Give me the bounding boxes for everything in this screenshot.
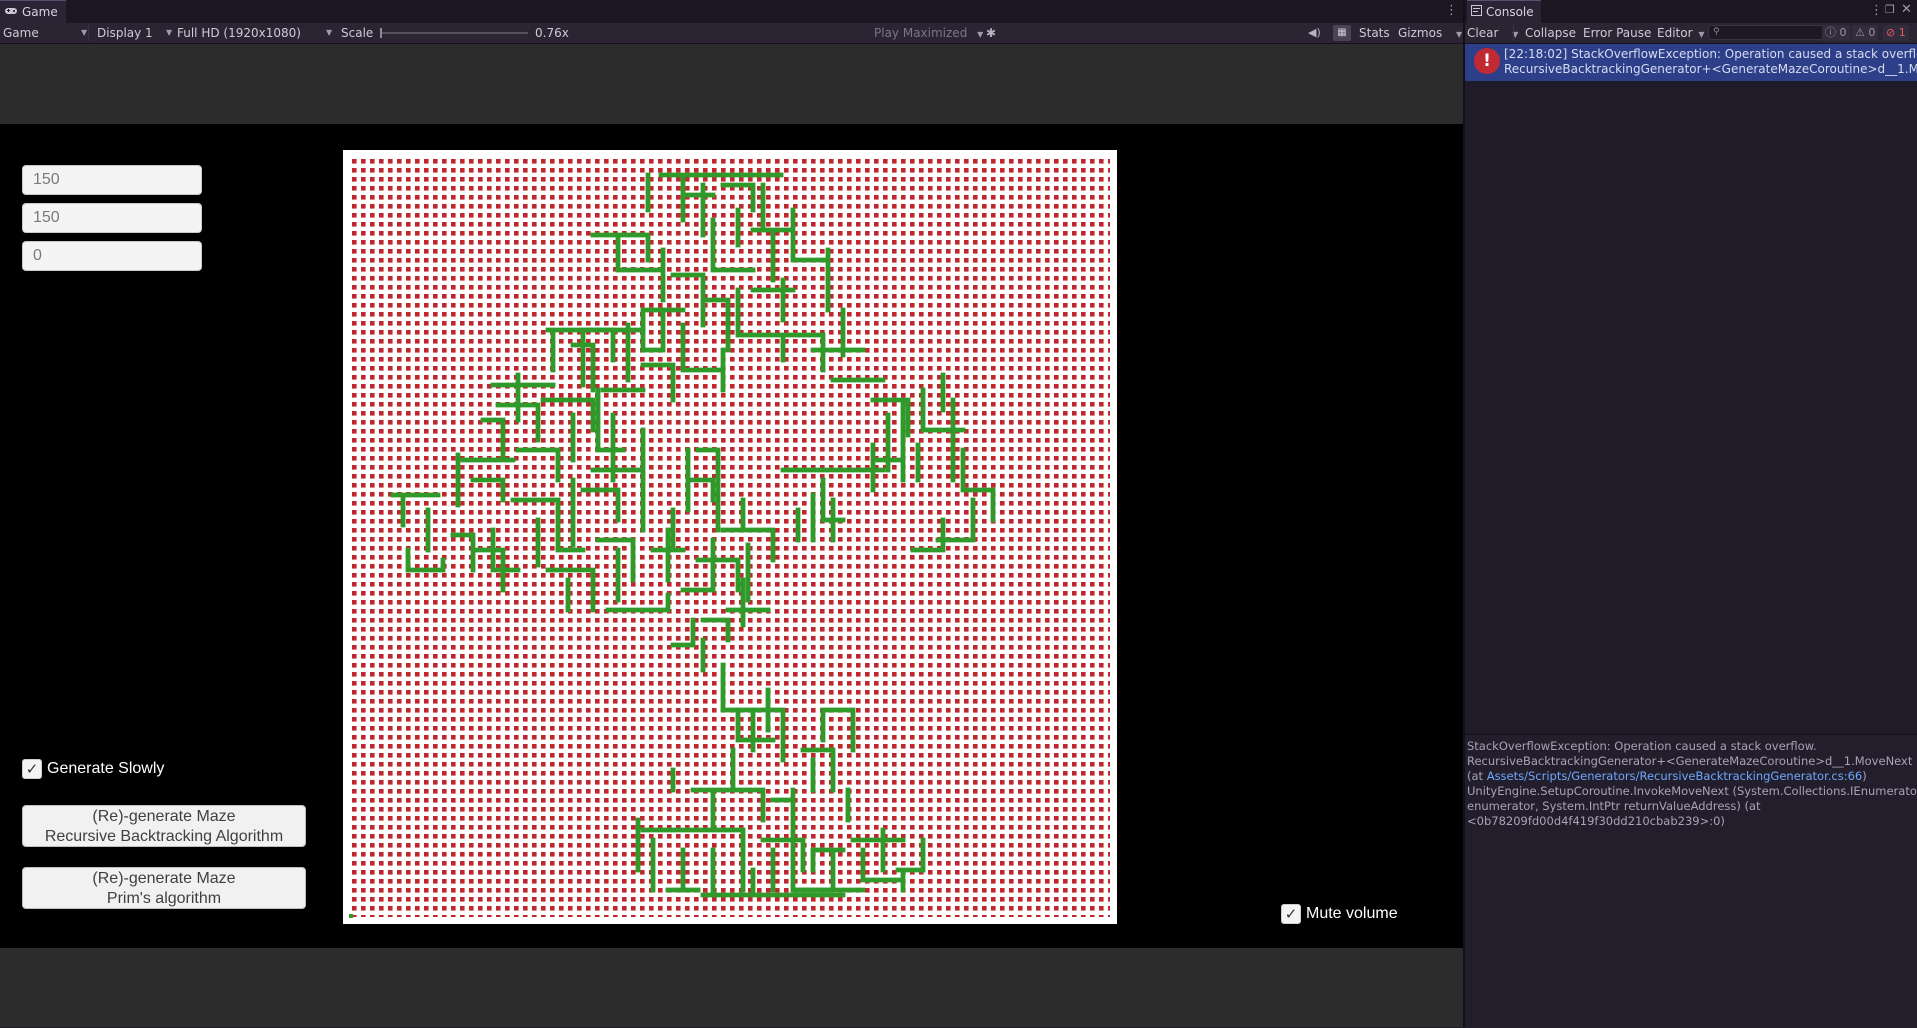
mute-volume-label: Mute volume bbox=[1306, 905, 1398, 922]
mute-volume-checkbox[interactable]: ✓ bbox=[1281, 904, 1301, 924]
log-count-toggle[interactable]: ⓘ 0 bbox=[1822, 25, 1850, 41]
tab-console-label: Console bbox=[1486, 5, 1534, 19]
bug-icon[interactable]: ✱ bbox=[986, 23, 996, 43]
prims-button-line1: (Re)-generate Maze bbox=[92, 870, 236, 887]
generate-slowly-label: Generate Slowly bbox=[47, 760, 165, 777]
console-detail-pane: StackOverflowException: Operation caused… bbox=[1465, 734, 1917, 1028]
gizmos-dropdown[interactable]: Gizmos ▼ bbox=[1398, 23, 1462, 43]
maze-start-cell bbox=[349, 914, 353, 918]
tab-game-label: Game bbox=[22, 5, 58, 19]
maze-canvas bbox=[343, 150, 1117, 924]
game-view-letterbox-bottom bbox=[0, 948, 1463, 1027]
tab-console[interactable]: Console bbox=[1467, 0, 1541, 23]
grid-icon[interactable]: ▦ bbox=[1333, 25, 1351, 41]
game-mode-label: Game bbox=[3, 26, 39, 40]
detail-line2: RecursiveBacktrackingGenerator+<Generate… bbox=[1467, 754, 1917, 768]
chevron-down-icon: ▼ bbox=[977, 30, 984, 39]
display-label: Display 1 bbox=[97, 26, 153, 40]
scale-label: Scale bbox=[341, 26, 374, 40]
generate-slowly-checkbox[interactable]: ✓ bbox=[22, 759, 42, 779]
console-icon bbox=[1471, 5, 1482, 19]
error-badge-icon: ! bbox=[1474, 48, 1500, 74]
console-toolbar: Clear ▼ Collapse Error Pause Editor ▼ ⚲ … bbox=[1465, 23, 1917, 44]
editor-label: Editor bbox=[1657, 26, 1693, 40]
console-search-input[interactable]: ⚲ bbox=[1708, 25, 1836, 40]
recursive-button-line2: Recursive Backtracking Algorithm bbox=[44, 828, 284, 845]
display-dropdown[interactable]: Display 1 ▼ bbox=[97, 23, 173, 43]
tab-game[interactable]: Game bbox=[0, 0, 66, 23]
kebab-menu-icon[interactable]: ⋮ bbox=[1870, 3, 1883, 18]
detail-line6: <0b78209fd00d4f419f30dd210cbab239>:0) bbox=[1467, 814, 1725, 828]
info-icon: ⓘ bbox=[1825, 26, 1836, 39]
log-entry-line1: [22:18:02] StackOverflowException: Opera… bbox=[1504, 47, 1917, 61]
scale-slider[interactable] bbox=[380, 32, 528, 34]
scale-slider-thumb[interactable] bbox=[380, 28, 382, 38]
game-tab-bar: Game ⋮ bbox=[0, 0, 1463, 24]
close-icon[interactable]: ✕ bbox=[1901, 2, 1912, 17]
kebab-menu-icon[interactable]: ⋮ bbox=[1445, 3, 1458, 18]
play-mode-dropdown[interactable]: Play Maximized ▼ bbox=[874, 23, 983, 43]
recursive-backtracking-button[interactable]: (Re)-generate Maze Recursive Backtrackin… bbox=[22, 805, 306, 847]
stats-button[interactable]: Stats bbox=[1359, 23, 1390, 43]
resolution-label: Full HD (1920x1080) bbox=[177, 26, 301, 40]
collapse-button[interactable]: Collapse bbox=[1525, 23, 1576, 43]
maximize-icon[interactable]: ❐ bbox=[1885, 3, 1895, 16]
log-entry-line2: RecursiveBacktrackingGenerator+<Generate… bbox=[1504, 62, 1917, 76]
clear-label: Clear bbox=[1467, 26, 1499, 40]
detail-line5: enumerator, System.IntPtr returnValueAdd… bbox=[1467, 799, 1761, 813]
seed-input[interactable]: 0 bbox=[22, 241, 202, 271]
chevron-down-icon: ▼ bbox=[166, 28, 173, 37]
resolution-dropdown[interactable]: Full HD (1920x1080) ▼ bbox=[177, 23, 332, 43]
error-pause-button[interactable]: Error Pause bbox=[1583, 23, 1651, 43]
search-icon: ⚲ bbox=[1713, 27, 1720, 37]
recursive-button-line1: (Re)-generate Maze bbox=[92, 808, 236, 825]
gizmos-label: Gizmos bbox=[1398, 26, 1443, 40]
game-view-letterbox-top bbox=[0, 44, 1463, 124]
warning-icon: ⚠ bbox=[1855, 26, 1865, 39]
height-input[interactable]: 150 bbox=[22, 203, 202, 233]
log-count: 0 bbox=[1839, 26, 1847, 39]
chevron-down-icon: ▼ bbox=[1698, 30, 1705, 39]
detail-line4: UnityEngine.SetupCoroutine.InvokeMoveNex… bbox=[1467, 784, 1917, 798]
warning-count: 0 bbox=[1868, 26, 1876, 39]
detail-line3: (at Assets/Scripts/Generators/RecursiveB… bbox=[1467, 769, 1867, 784]
speaker-icon[interactable]: ◀) bbox=[1308, 23, 1321, 43]
console-tab-bar: Console ⋮ ❐ ✕ bbox=[1465, 0, 1917, 24]
maze-render bbox=[343, 150, 1117, 924]
prims-button-line2: Prim's algorithm bbox=[106, 890, 222, 907]
detail-line3-prefix: (at bbox=[1467, 769, 1487, 783]
gamepad-icon bbox=[4, 5, 18, 19]
error-count-toggle[interactable]: ⊘ 1 bbox=[1883, 25, 1909, 41]
checkmark-icon: ✓ bbox=[1284, 905, 1298, 923]
width-input[interactable]: 150 bbox=[22, 165, 202, 195]
game-mode-dropdown[interactable]: Game ▼ bbox=[3, 23, 87, 43]
clear-dropdown[interactable]: Clear ▼ bbox=[1467, 23, 1518, 43]
play-mode-label: Play Maximized bbox=[874, 26, 968, 40]
error-count: 1 bbox=[1898, 26, 1906, 39]
editor-dropdown[interactable]: Editor ▼ bbox=[1657, 23, 1705, 43]
checkmark-icon: ✓ bbox=[25, 760, 39, 778]
chevron-down-icon: ▼ bbox=[1456, 30, 1463, 39]
game-toolbar: Game ▼ Display 1 ▼ Full HD (1920x1080) ▼… bbox=[0, 23, 1463, 44]
chevron-down-icon: ▼ bbox=[81, 28, 88, 37]
prims-algorithm-button[interactable]: (Re)-generate Maze Prim's algorithm bbox=[22, 867, 306, 909]
log-entry-error[interactable]: ! [22:18:02] StackOverflowException: Ope… bbox=[1465, 44, 1917, 81]
detail-line1: StackOverflowException: Operation caused… bbox=[1467, 739, 1817, 753]
warning-count-toggle[interactable]: ⚠ 0 bbox=[1852, 25, 1879, 41]
source-file-link[interactable]: Assets/Scripts/Generators/RecursiveBackt… bbox=[1487, 769, 1863, 783]
console-log-list: ! [22:18:02] StackOverflowException: Ope… bbox=[1465, 44, 1917, 734]
scale-value: 0.76x bbox=[535, 26, 569, 40]
chevron-down-icon: ▼ bbox=[326, 28, 333, 37]
error-icon: ⊘ bbox=[1886, 26, 1896, 39]
detail-line3-suffix: ) bbox=[1862, 769, 1867, 783]
